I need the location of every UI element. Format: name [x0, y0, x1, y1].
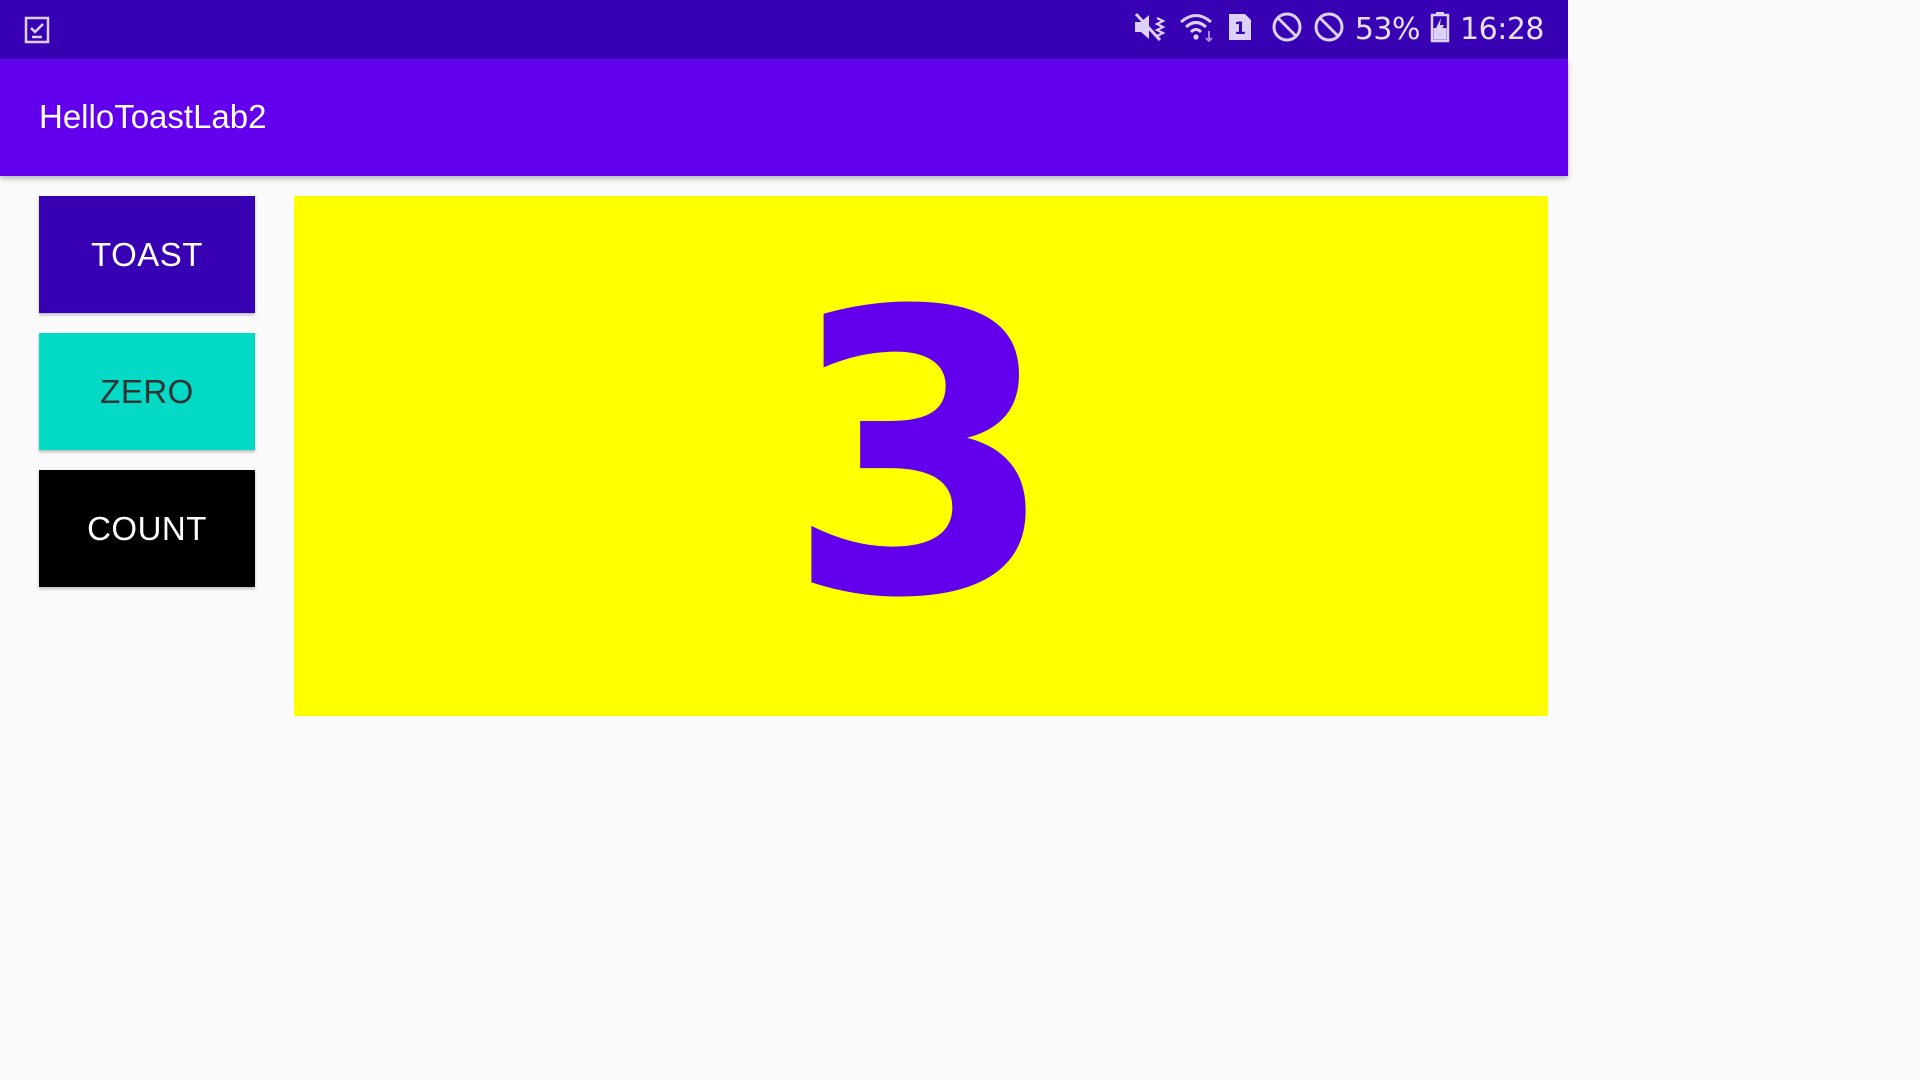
sim-slot-number: 1 [1234, 19, 1246, 39]
vibrate-mute-icon [1133, 11, 1169, 48]
app-title: HelloToastLab2 [39, 98, 267, 135]
task-check-icon [24, 16, 50, 44]
toast-button[interactable]: TOAST [39, 196, 255, 313]
status-bar: 1 53% 16:28 [0, 0, 1568, 59]
app-screen: 1 53% 16:28 HelloToastLab2 TOAST ZERO CO… [0, 0, 1568, 882]
count-display: 3 [294, 196, 1548, 716]
status-icons: 1 53% 16:28 [1133, 0, 1544, 59]
count-button[interactable]: COUNT [39, 470, 255, 587]
zero-button[interactable]: ZERO [39, 333, 255, 450]
count-value: 3 [785, 229, 1057, 683]
wifi-icon [1179, 11, 1217, 48]
battery-percent: 53% [1354, 12, 1421, 47]
app-bar: HelloToastLab2 [0, 59, 1568, 176]
block-icon [1313, 11, 1345, 48]
sim-card-icon: 1 [1227, 12, 1253, 47]
block-icon [1271, 11, 1303, 48]
battery-charging-icon [1430, 11, 1450, 48]
clock: 16:28 [1460, 12, 1544, 47]
